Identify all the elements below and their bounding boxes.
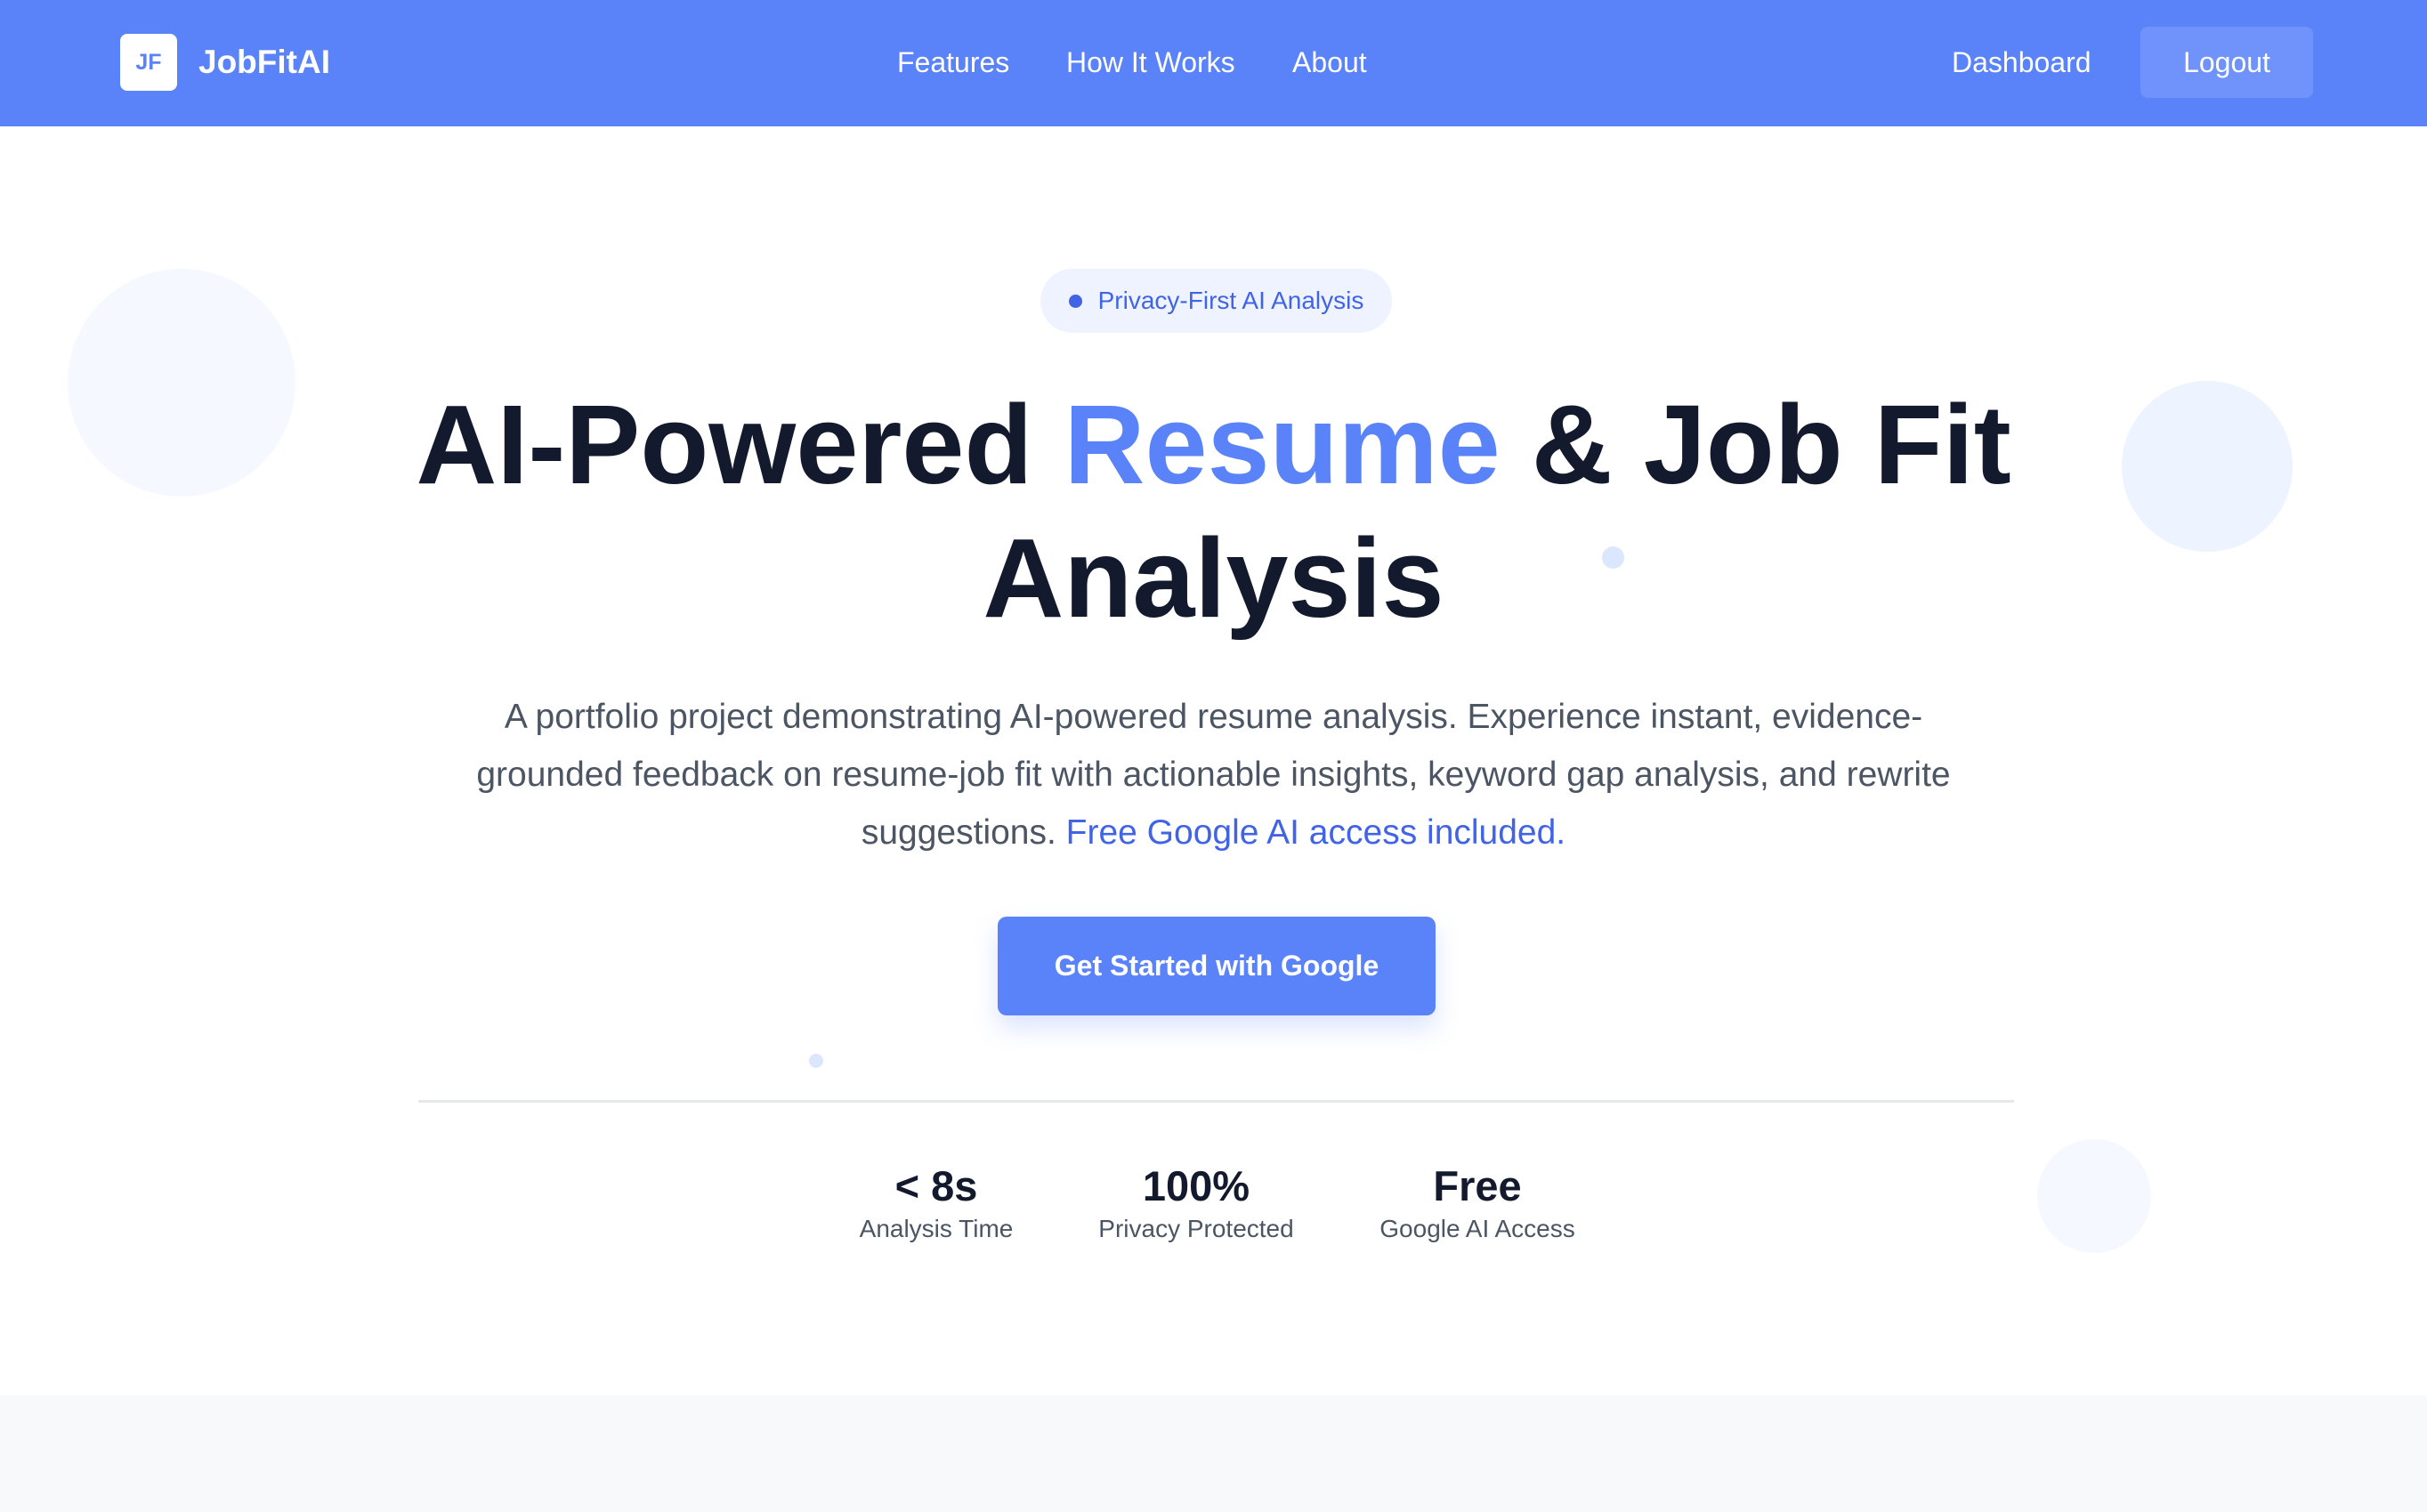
top-navbar: JF JobFitAI Features How It Works About …	[0, 0, 2427, 126]
stat-privacy-protected: 100% Privacy Protected	[1089, 1161, 1303, 1243]
brand-logo[interactable]: JF JobFitAI	[120, 34, 330, 91]
decorative-circle	[68, 269, 295, 497]
logout-button[interactable]: Logout	[2140, 27, 2313, 98]
get-started-google-button[interactable]: Get Started with Google	[998, 917, 1436, 1015]
hero-title-accent: Resume	[1064, 382, 1501, 507]
page: JF JobFitAI Features How It Works About …	[0, 0, 2427, 1512]
stat-label: Google AI Access	[1379, 1215, 1575, 1242]
stat-value: 100%	[1142, 1162, 1250, 1209]
stat-label: Analysis Time	[859, 1215, 1014, 1242]
section-divider	[418, 1100, 2014, 1103]
nav-link-about[interactable]: About	[1292, 46, 1367, 78]
stat-value: Free	[1433, 1162, 1522, 1209]
decorative-dot	[809, 1054, 823, 1068]
stat-label: Privacy Protected	[1098, 1215, 1294, 1242]
stat-google-ai-access: Free Google AI Access	[1371, 1161, 1584, 1243]
hero-title-part1: AI-Powered	[416, 382, 1064, 507]
nav-link-features[interactable]: Features	[897, 46, 1009, 78]
nav-link-dashboard[interactable]: Dashboard	[1952, 46, 2091, 78]
brand-name: JobFitAI	[198, 44, 330, 80]
badge-dot-icon	[1068, 294, 1082, 308]
next-section-background	[0, 1395, 2427, 1512]
logo-mark: JF	[120, 34, 177, 91]
decorative-circle	[2037, 1139, 2151, 1253]
badge-label: Privacy-First AI Analysis	[1097, 287, 1364, 314]
hero-title: AI-Powered Resume & Job Fit Analysis	[267, 378, 2160, 645]
hero-description-highlight: Free Google AI access included.	[1065, 813, 1566, 852]
stat-value: < 8s	[894, 1162, 978, 1209]
hero-description: A portfolio project demonstrating AI-pow…	[445, 688, 1982, 861]
nav-link-how-it-works[interactable]: How It Works	[1066, 46, 1235, 78]
stat-analysis-time: < 8s Analysis Time	[845, 1161, 1027, 1243]
hero-badge: Privacy-First AI Analysis	[1040, 269, 1392, 333]
